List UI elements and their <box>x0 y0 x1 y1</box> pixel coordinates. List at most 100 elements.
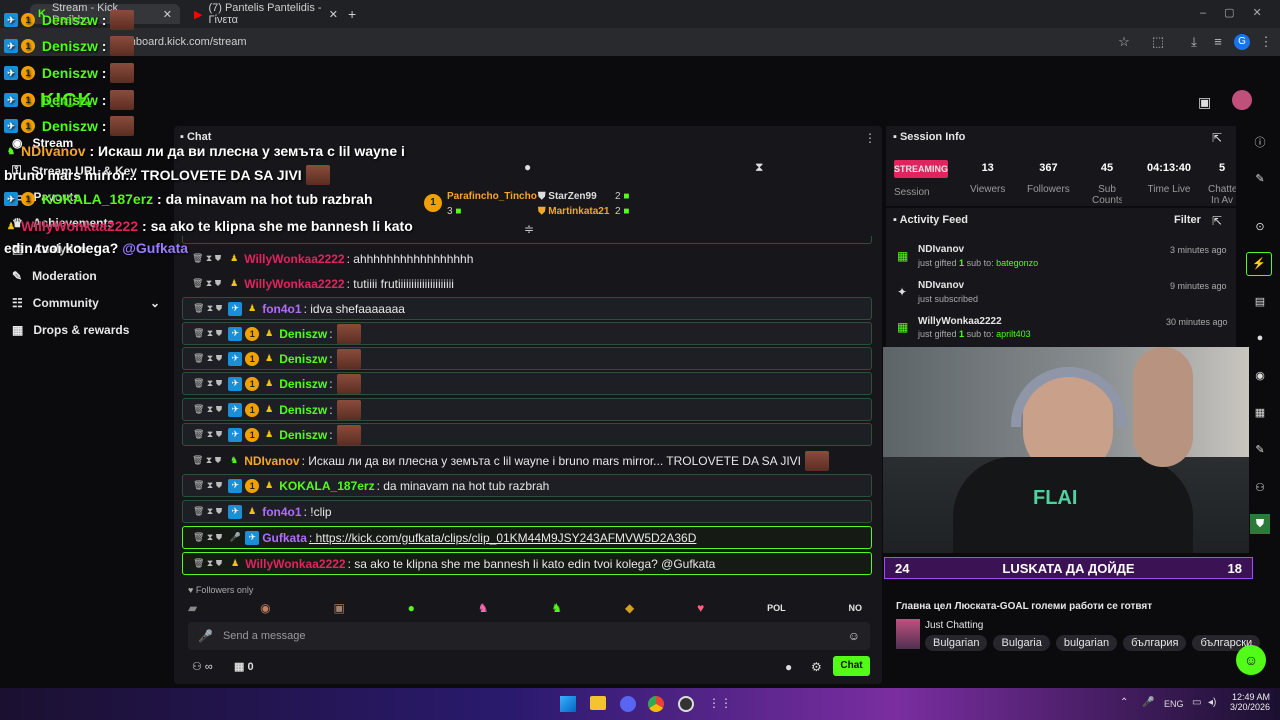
filter-button[interactable]: Filter <box>1174 214 1201 226</box>
chat-bubble-icon[interactable]: ● <box>524 160 531 174</box>
chat-username[interactable]: Deniszw <box>279 327 327 341</box>
chat-message[interactable]: 🗑 ⧗ ⛊ ✈ 1 ♟ Deniszw : <box>182 423 872 446</box>
language-indicator[interactable]: ENG <box>1164 699 1184 709</box>
chrome-icon[interactable] <box>648 696 664 712</box>
emote-quick-pol[interactable]: POL <box>767 603 786 613</box>
apps-icon[interactable]: ⋮⋮ <box>708 696 732 710</box>
clock[interactable]: 12:49 AM 3/20/2026 <box>1228 692 1270 712</box>
window-controls[interactable]: –▢✕ <box>1200 6 1280 19</box>
browser-tab[interactable]: ▶ (7) Pantelis Pantelidis - Γίνετα ✕ <box>186 2 346 26</box>
chat-menu-icon[interactable]: ⋮ <box>864 131 876 145</box>
chat-username[interactable]: Deniszw <box>279 377 327 391</box>
chat-username[interactable]: WillyWonkaa2222 <box>244 252 344 266</box>
points-icon[interactable]: ⚇ ∞ <box>192 660 213 673</box>
mod-actions[interactable]: 🗑 ⧗ ⛊ <box>192 253 221 264</box>
printer-icon[interactable]: ▦ <box>1252 406 1268 422</box>
stream-category[interactable]: Just Chatting <box>925 620 983 631</box>
microphone-tray-icon[interactable]: 🎤 <box>1142 697 1154 708</box>
broadcast-icon[interactable]: ◉ <box>1252 369 1268 385</box>
chat-message-highlighted[interactable]: 🗑 ⧗ ⛊ ♟ WillyWonkaa2222 : sa ako te klip… <box>182 552 872 575</box>
chat-settings-bubble-icon[interactable]: ● <box>785 660 792 674</box>
help-chat-button[interactable]: ☺ <box>1236 645 1266 675</box>
new-tab-icon[interactable]: + <box>348 6 356 22</box>
lightning-icon[interactable]: ⚡ <box>1246 252 1272 276</box>
chat-message[interactable]: 🗑 ⧗ ⛊ ✈ 1 ♟ Deniszw : <box>182 372 872 395</box>
top-gifter-name[interactable]: Parafincho_Tincho <box>447 191 537 202</box>
chat-username[interactable]: KOKALA_187erz <box>279 479 374 493</box>
shield-icon[interactable]: ⛊ <box>1250 514 1270 534</box>
chat-username[interactable]: Deniszw <box>279 428 327 442</box>
activity-user[interactable]: NDIvanov <box>918 244 964 255</box>
extensions-icon[interactable]: ⬚ <box>1150 34 1166 50</box>
mod-actions[interactable]: 🗑 ⧗ ⛊ <box>193 480 222 491</box>
emote-quick-3[interactable]: ▣ <box>333 601 344 615</box>
chat-message[interactable]: 🗑 ⧗ ⛊ ✈ ♟ fon4o1 : !clip <box>182 500 872 523</box>
chat-message[interactable]: 🗑 ⧗ ⛊ ✈ 1 ♟ Deniszw : <box>182 398 872 421</box>
volume-icon[interactable]: ◂) <box>1208 697 1216 708</box>
sidebar-item-community[interactable]: ☷ Community ⌄ <box>12 296 160 310</box>
info-icon[interactable]: ⓘ <box>1252 134 1268 150</box>
wrench-icon[interactable]: ✎ <box>1252 443 1268 459</box>
chat-username[interactable]: fon4o1 <box>262 302 301 316</box>
chat-message[interactable]: 🗑 ⧗ ⛊ ♟ WillyWonkaa2222 : tutiiii frutii… <box>182 272 872 295</box>
activity-user[interactable]: WillyWonkaa2222 <box>918 316 1002 327</box>
tray-chevron-icon[interactable]: ⌃ <box>1120 697 1128 708</box>
emote-quick-7[interactable]: ◆ <box>625 601 634 615</box>
reading-list-icon[interactable]: ≡ <box>1210 34 1226 50</box>
network-icon[interactable]: ▭ <box>1192 697 1201 708</box>
download-icon[interactable]: ⤓ <box>1186 34 1202 50</box>
chat-message-highlighted[interactable]: 🗑 ⧗ ⛊ 🎤 ✈ Gufkata : https://kick.com/gufk… <box>182 526 872 549</box>
chat-username[interactable]: Gufkata <box>262 531 307 545</box>
chat-input[interactable]: 🎤 Send a message ☺ <box>188 622 870 650</box>
close-icon[interactable]: ✕ <box>163 8 172 21</box>
chat-username[interactable]: fon4o1 <box>262 505 301 519</box>
chat-message[interactable]: 🗑 ⧗ ⛊ ♞ NDIvanov : Искаш ли да ви плесна… <box>182 449 872 472</box>
emote-quick-no[interactable]: NO <box>848 603 862 613</box>
sidebar-item-drops[interactable]: ▦ Drops & rewards <box>12 323 129 337</box>
mod-actions[interactable]: 🗑 ⧗ ⛊ <box>193 353 222 364</box>
chat-message[interactable]: 🗑 ⧗ ⛊ ✈ ♟ fon4o1 : idva shefaaaaaaa <box>182 297 872 320</box>
start-icon[interactable] <box>560 696 576 712</box>
emote-quick-1[interactable]: ▰ <box>188 601 197 615</box>
popout-icon[interactable]: ⇱ <box>1212 131 1222 145</box>
popout-icon[interactable]: ⇱ <box>1212 214 1222 228</box>
chat-message[interactable]: 🗑 ⧗ ⛊ ♟ WillyWonkaa2222 : ahhhhhhhhhhhhh… <box>182 247 872 270</box>
clip-link[interactable]: : https://kick.com/gufkata/clips/clip_01… <box>309 531 697 545</box>
sidebar-item-moderation[interactable]: ✎ Moderation <box>12 269 97 283</box>
emote-quick-5[interactable]: ♞ <box>478 601 489 615</box>
users-icon[interactable]: ⚇ <box>1252 481 1268 497</box>
mod-actions[interactable]: 🗑 ⧗ ⛊ <box>193 378 222 389</box>
chat-message[interactable]: 🗑 ⧗ ⛊ ✈ 1 ♟ KOKALA_187erz : da minavam na … <box>182 474 872 497</box>
hourglass-icon[interactable]: ⧗ <box>755 160 763 175</box>
mod-actions[interactable]: 🗑 ⧗ ⛊ <box>192 278 221 289</box>
mod-actions[interactable]: 🗑 ⧗ ⛊ <box>193 558 222 569</box>
clipboard-icon[interactable]: ▤ <box>1252 295 1268 311</box>
star-icon[interactable]: ☆ <box>1116 34 1132 50</box>
mod-actions[interactable]: 🗑 ⧗ ⛊ <box>192 455 221 466</box>
gear-icon[interactable]: ⚙ <box>811 660 822 674</box>
chat-username[interactable]: WillyWonkaa2222 <box>245 557 345 571</box>
gifter-3[interactable]: ⛊ Martinkata21 <box>538 206 609 217</box>
camera-icon[interactable]: ▣ <box>1198 94 1211 111</box>
profile-avatar-icon[interactable]: G <box>1234 34 1250 50</box>
mod-actions[interactable]: 🗑 ⧗ ⛊ <box>193 429 222 440</box>
chat-username[interactable]: NDIvanov <box>244 454 299 468</box>
chat-message[interactable]: 🗑 ⧗ ⛊ ✈ 1 ♟ Deniszw : <box>182 347 872 370</box>
target-icon[interactable]: ⊙ <box>1252 220 1268 236</box>
mod-actions[interactable]: 🗑 ⧗ ⛊ <box>193 532 222 543</box>
chat-username[interactable]: Deniszw <box>279 403 327 417</box>
activity-user[interactable]: NDIvanov <box>918 280 964 291</box>
emote-quick-8[interactable]: ♥ <box>697 601 704 615</box>
emote-quick-6[interactable]: ♞ <box>551 601 562 615</box>
mod-actions[interactable]: 🗑 ⧗ ⛊ <box>193 506 222 517</box>
discord-icon[interactable] <box>620 696 636 712</box>
chat-username[interactable]: WillyWonkaa2222 <box>244 277 344 291</box>
obs-icon[interactable] <box>678 696 694 712</box>
gifter-2[interactable]: ⛊ StarZen99 <box>538 191 597 202</box>
stream-preview[interactable]: FLAI <box>883 347 1249 553</box>
points-counter[interactable]: ▦ 0 <box>234 660 254 673</box>
mod-actions[interactable]: 🗑 ⧗ ⛊ <box>193 303 222 314</box>
emote-quick-4[interactable]: ● <box>408 601 415 615</box>
emoji-icon[interactable]: ☺ <box>848 629 860 643</box>
scroll-icon[interactable]: ≑ <box>524 222 534 236</box>
